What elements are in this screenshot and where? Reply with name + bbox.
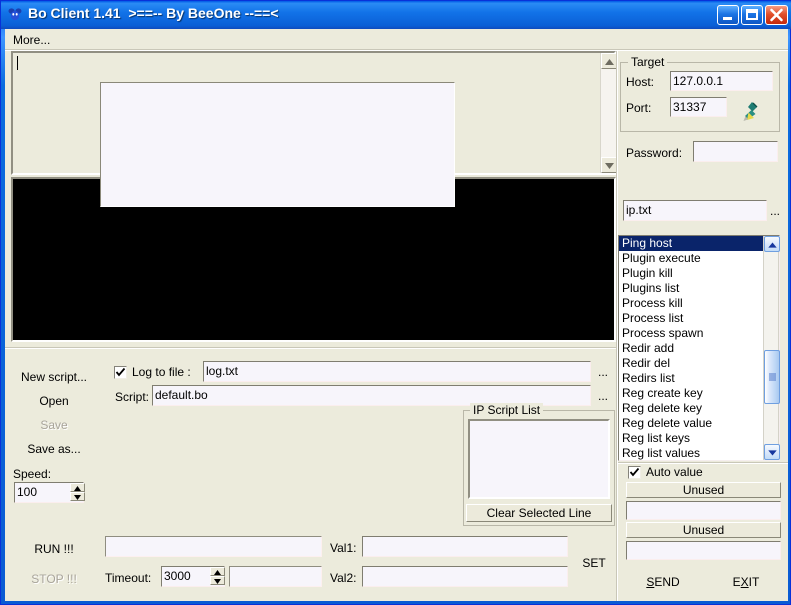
iplist-file-input[interactable]: ip.txt	[623, 200, 767, 221]
menu-item-more[interactable]: More...	[13, 32, 61, 48]
value2-input[interactable]	[626, 541, 781, 560]
scroll-up-icon[interactable]	[764, 236, 780, 252]
timeout-label: Timeout:	[105, 571, 152, 585]
exit-button[interactable]: E X IT	[717, 573, 775, 591]
command-list-item[interactable]: Reg create key	[619, 386, 764, 401]
send-label-rest: END	[654, 575, 680, 589]
command-list-item[interactable]: Plugins list	[619, 281, 764, 296]
command-list-item[interactable]: Reg delete value	[619, 416, 764, 431]
client-area: More... Target Host: 127.0.0.1 Port: 313…	[5, 29, 788, 601]
log-file-input[interactable]: log.txt	[203, 361, 591, 382]
exit-label-rest: IT	[748, 575, 760, 589]
title-bar: Bo Client 1.41 >==-- By BeeOne --==<	[1, 1, 791, 29]
command-list-items: Ping host Plugin execute Plugin kill Plugin…	[619, 236, 764, 460]
command-list-item[interactable]: Process list	[619, 311, 764, 326]
stop-button[interactable]: STOP !!!	[11, 570, 97, 588]
target-group-label: Target	[628, 55, 668, 69]
scroll-up-icon[interactable]	[601, 53, 617, 69]
port-input[interactable]: 31337	[670, 97, 727, 117]
speed-spinner-up[interactable]	[70, 483, 85, 492]
command-list-item[interactable]: Redir add	[619, 341, 764, 356]
val2-label: Val2:	[330, 571, 357, 585]
save-as-script-button[interactable]: Save as...	[11, 440, 97, 458]
send-button[interactable]: S END	[631, 573, 695, 591]
value2-header-button[interactable]: Unused	[626, 522, 781, 538]
auto-value-checkbox[interactable]	[628, 466, 641, 479]
command-listbox[interactable]: Ping host Plugin execute Plugin kill Plugin…	[618, 235, 780, 461]
host-label: Host:	[626, 75, 655, 89]
close-button[interactable]	[765, 5, 788, 25]
ip-script-list-group-label: IP Script List	[470, 403, 544, 417]
command-list-item[interactable]: Redirs list	[619, 371, 764, 386]
save-script-button[interactable]: Save	[11, 416, 97, 434]
command-list-item[interactable]: Plugin kill	[619, 266, 764, 281]
port-label: Port:	[626, 101, 652, 115]
run-progress-field	[105, 536, 322, 557]
command-list-item[interactable]: Redir del	[619, 356, 764, 371]
command-list-item[interactable]: Ping host	[619, 236, 764, 251]
password-input[interactable]	[693, 141, 778, 162]
set-button[interactable]: SET	[577, 554, 611, 572]
send-accel: S	[646, 575, 655, 589]
scroll-down-icon[interactable]	[601, 157, 617, 173]
command-list-scrollbar[interactable]	[763, 236, 780, 460]
values-panel-divider	[618, 462, 788, 464]
log-to-file-label: Log to file :	[132, 365, 191, 379]
value1-header-button[interactable]: Unused	[626, 482, 781, 498]
speed-spinner-down[interactable]	[70, 492, 85, 501]
output-scrollbar[interactable]	[600, 53, 617, 173]
bee-icon	[7, 7, 23, 23]
value1-input[interactable]	[626, 501, 781, 520]
window-title: Bo Client 1.41 >==-- By BeeOne --==<	[28, 5, 279, 21]
ip-script-listbox[interactable]	[468, 419, 610, 499]
scroll-down-icon[interactable]	[764, 444, 780, 460]
run-button[interactable]: RUN !!!	[11, 540, 97, 558]
command-list-item[interactable]: Process spawn	[619, 326, 764, 341]
script-panel-divider	[5, 347, 616, 349]
speed-label: Speed:	[13, 467, 52, 481]
timeout-spinner-down[interactable]	[210, 576, 225, 585]
password-label: Password:	[626, 146, 683, 160]
exit-label-start: E	[732, 575, 741, 589]
val1-input[interactable]	[362, 536, 568, 557]
maximize-button[interactable]	[741, 5, 763, 25]
host-input[interactable]: 127.0.0.1	[670, 71, 773, 91]
log-to-file-checkbox[interactable]	[114, 366, 127, 379]
new-script-button[interactable]: New script...	[11, 368, 97, 386]
auto-value-label: Auto value	[646, 465, 703, 479]
open-script-button[interactable]: Open	[11, 392, 97, 410]
timeout-status-field	[229, 566, 322, 587]
iplist-browse-button[interactable]: ...	[767, 204, 783, 218]
exit-accel: X	[740, 575, 749, 589]
plug-icon[interactable]	[740, 100, 762, 122]
application-window: Bo Client 1.41 >==-- By BeeOne --==< Mor…	[0, 0, 791, 605]
minimize-button[interactable]	[717, 5, 739, 25]
clear-selected-line-button[interactable]: Clear Selected Line	[466, 504, 612, 522]
script-editor[interactable]	[100, 82, 455, 207]
command-list-item[interactable]: Reg list keys	[619, 431, 764, 446]
main-vertical-divider	[616, 51, 618, 601]
scrollbar-thumb[interactable]	[764, 350, 780, 404]
command-list-item[interactable]: Process kill	[619, 296, 764, 311]
command-list-item[interactable]: Plugin execute	[619, 251, 764, 266]
command-list-item[interactable]: Reg delete key	[619, 401, 764, 416]
script-browse-button[interactable]: ...	[595, 389, 611, 403]
timeout-spinner-up[interactable]	[210, 567, 225, 576]
script-label: Script:	[115, 390, 150, 404]
command-list-item[interactable]: Reg list values	[619, 446, 764, 460]
log-browse-button[interactable]: ...	[595, 365, 611, 379]
val1-label: Val1:	[330, 541, 357, 555]
val2-input[interactable]	[362, 566, 568, 587]
text-caret	[17, 56, 18, 70]
